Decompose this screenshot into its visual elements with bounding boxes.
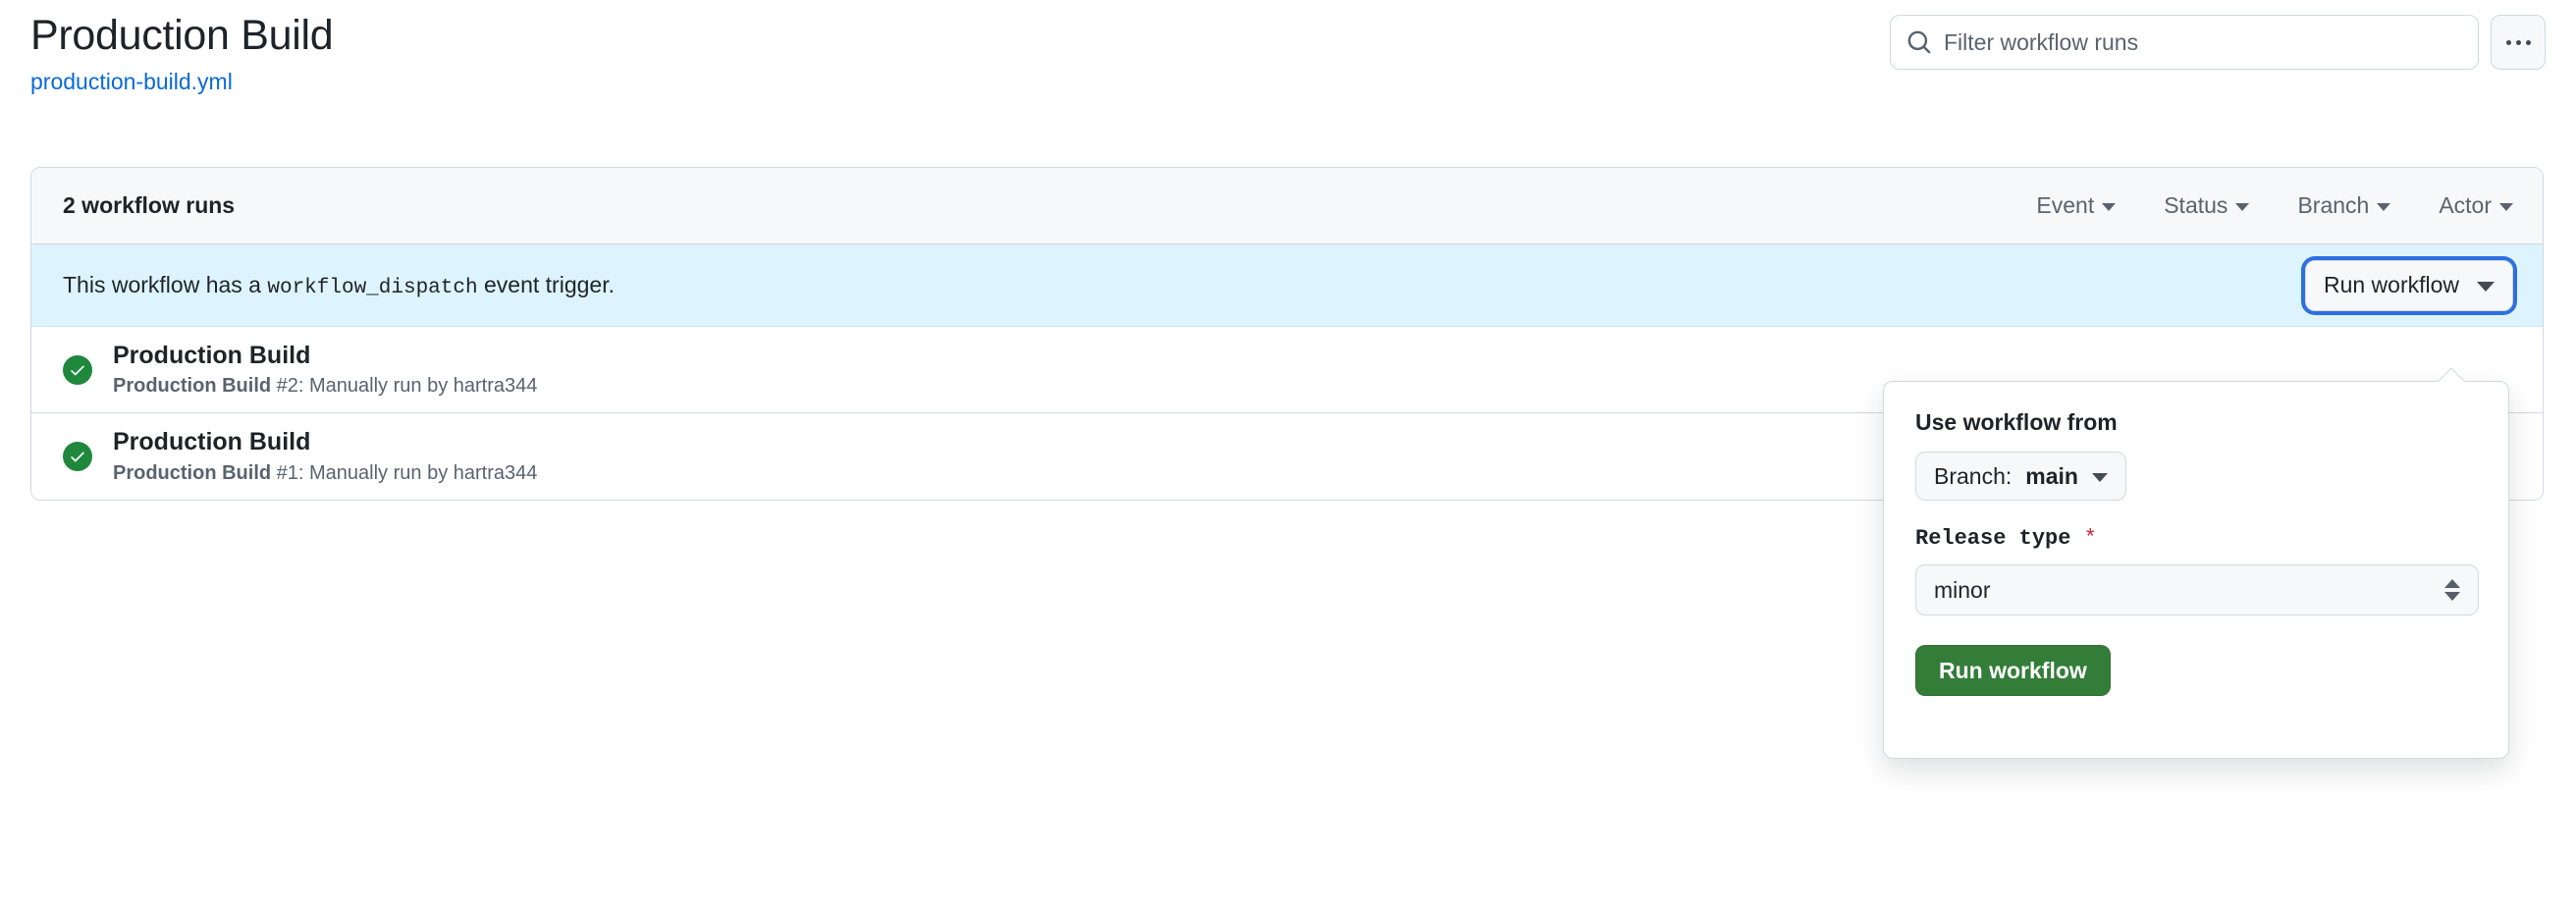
release-type-label-text: Release type — [1915, 526, 2071, 551]
chevron-down-icon — [2091, 473, 2108, 482]
panel-caret-icon — [2438, 368, 2465, 382]
dispatch-text-before: This workflow has a — [63, 271, 261, 297]
workflow-runs-toolbar: 2 workflow runs Event Status Branch Acto… — [31, 168, 2543, 244]
workflow-run-name: Production Build — [113, 375, 272, 398]
filter-actor-label: Actor — [2439, 192, 2492, 218]
workflow-dispatch-message: This workflow has a workflow_dispatch ev… — [63, 272, 615, 299]
filter-event[interactable]: Event — [2036, 192, 2117, 219]
branch-value-label: main — [2025, 462, 2078, 489]
run-workflow-dropdown-panel: Use workflow from Branch: main Release t… — [1883, 381, 2509, 759]
search-icon — [1906, 29, 1932, 55]
branch-prefix-label: Branch: — [1934, 462, 2012, 489]
filter-actor[interactable]: Actor — [2439, 192, 2513, 219]
release-type-label: Release type * — [1915, 526, 2477, 551]
check-circle-icon — [63, 442, 92, 471]
page-title: Production Build — [30, 12, 334, 59]
filter-branch-label: Branch — [2297, 192, 2370, 218]
dispatch-text-after: event trigger. — [484, 271, 615, 297]
filter-status[interactable]: Status — [2164, 192, 2250, 219]
more-options-button[interactable] — [2491, 15, 2546, 70]
kebab-horizontal-icon — [2505, 39, 2511, 45]
submit-run-workflow-button[interactable]: Run workflow — [1915, 645, 2111, 696]
chevron-down-icon — [2499, 203, 2513, 211]
select-updown-icon — [2444, 579, 2460, 601]
workflow-run-subtitle: Production Build #1: Manually run by har… — [113, 461, 537, 485]
arrow-up-icon — [2444, 579, 2460, 588]
search-input[interactable] — [1944, 28, 2462, 56]
run-workflow-dropdown-button[interactable]: Run workflow — [2304, 259, 2513, 311]
workflow-run-meta: Production Build Production Build #2: Ma… — [113, 342, 537, 399]
chevron-down-icon — [2377, 203, 2391, 211]
workflow-dispatch-banner: This workflow has a workflow_dispatch ev… — [31, 244, 2543, 327]
workflow-run-name: Production Build — [113, 461, 272, 484]
filter-group: Event Status Branch Actor — [2036, 192, 2513, 219]
chevron-down-icon — [2235, 203, 2250, 211]
chevron-down-icon — [2477, 282, 2495, 292]
page-header-right — [1890, 15, 2546, 70]
page-header-left: Production Build production-build.yml — [30, 12, 334, 95]
chevron-down-icon — [2102, 203, 2117, 211]
kebab-horizontal-icon — [2515, 39, 2521, 45]
branch-selector-button[interactable]: Branch: main — [1915, 452, 2126, 501]
filter-event-label: Event — [2036, 192, 2095, 218]
dispatch-event-name: workflow_dispatch — [267, 276, 478, 299]
check-circle-icon — [63, 354, 92, 385]
page-header: Production Build production-build.yml — [0, 0, 2576, 137]
filter-status-label: Status — [2164, 192, 2228, 218]
filter-branch[interactable]: Branch — [2297, 192, 2391, 219]
workflow-runs-count: 2 workflow runs — [63, 192, 236, 218]
required-marker: * — [2083, 526, 2097, 551]
workflow-run-title[interactable]: Production Build — [113, 428, 537, 456]
workflow-file-link[interactable]: production-build.yml — [30, 69, 333, 95]
release-type-value: minor — [1934, 576, 1991, 603]
workflow-run-meta: Production Build Production Build #1: Ma… — [113, 428, 537, 485]
submit-run-workflow-label: Run workflow — [1939, 657, 2087, 683]
workflow-run-title[interactable]: Production Build — [113, 342, 537, 370]
release-type-select[interactable]: minor — [1915, 564, 2479, 615]
search-box[interactable] — [1890, 15, 2479, 70]
workflow-run-detail: #2: Manually run by hartra344 — [276, 375, 538, 398]
workflow-run-detail: #1: Manually run by hartra344 — [276, 461, 538, 484]
use-workflow-from-label: Use workflow from — [1915, 409, 2118, 435]
workflow-run-subtitle: Production Build #2: Manually run by har… — [113, 374, 537, 398]
run-workflow-dropdown-label: Run workflow — [2323, 272, 2459, 297]
arrow-down-icon — [2444, 592, 2460, 601]
kebab-horizontal-icon — [2525, 39, 2531, 45]
